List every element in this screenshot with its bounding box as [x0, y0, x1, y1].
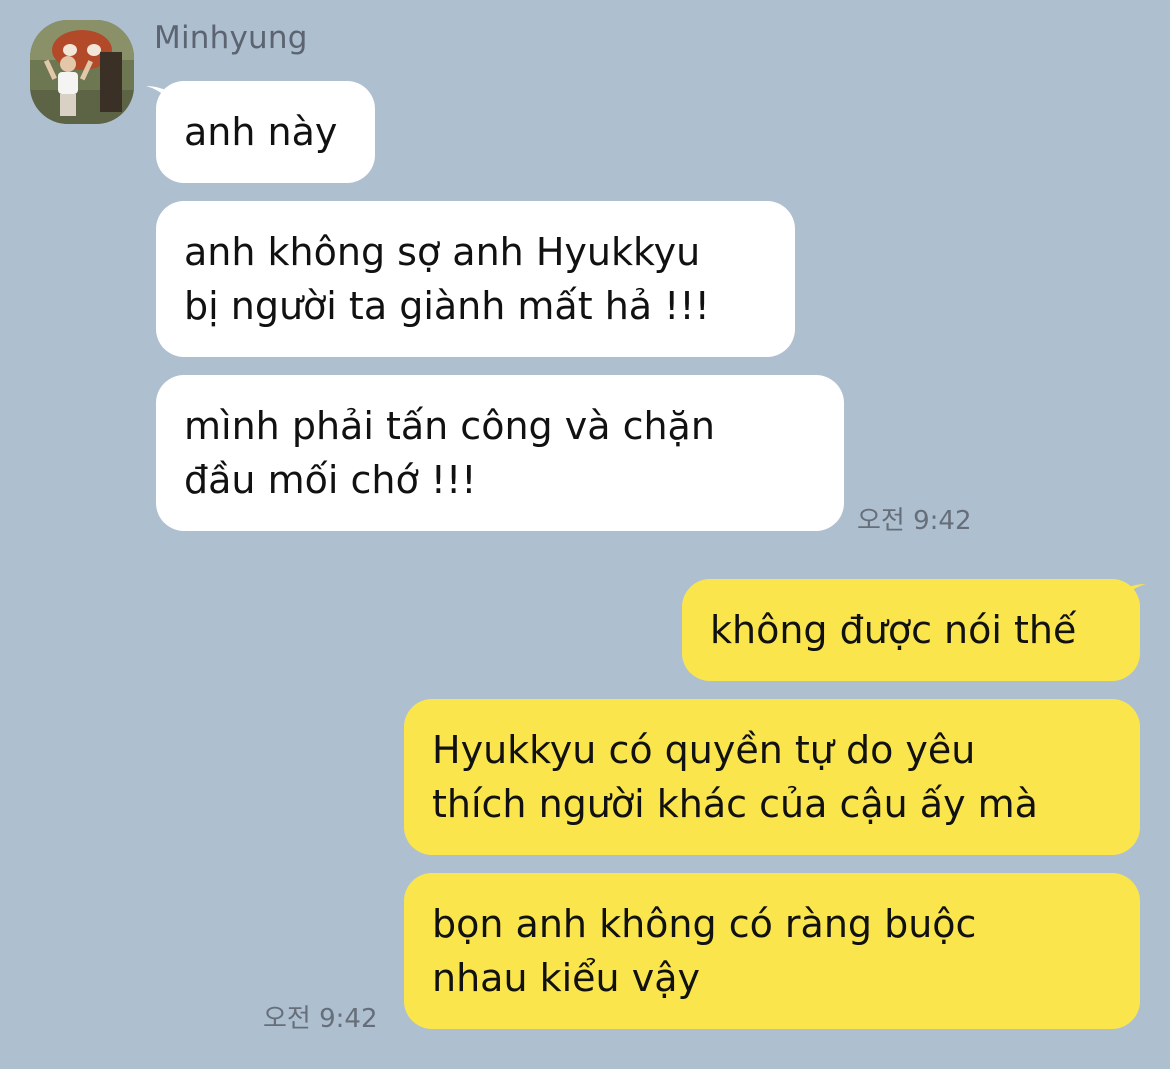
received-message[interactable]: anh không sợ anh Hyukkyu bị người ta già…	[156, 201, 795, 357]
sent-timestamp: 오전 9:42	[263, 1004, 378, 1034]
sender-name: Minhyung	[154, 20, 308, 56]
received-timestamp: 오전 9:42	[857, 506, 972, 536]
message-text: thích người khác của cậu ấy mà	[432, 782, 1038, 826]
sent-message[interactable]: không được nói thế	[682, 579, 1140, 681]
message-text: nhau kiểu vậy	[432, 956, 700, 1000]
message-text: anh không sợ anh Hyukkyu	[184, 230, 701, 274]
sent-message[interactable]: Hyukkyu có quyền tự do yêu thích người k…	[404, 699, 1140, 855]
sent-message[interactable]: bọn anh không có ràng buộc nhau kiểu vậy	[404, 873, 1140, 1029]
message-text: bọn anh không có ràng buộc	[432, 902, 977, 946]
avatar-photo	[30, 20, 134, 124]
sender-avatar[interactable]	[30, 20, 134, 124]
message-text: đầu mối chớ !!!	[184, 458, 477, 502]
message-text: không được nói thế	[710, 608, 1077, 652]
received-message[interactable]: anh này	[156, 81, 375, 183]
message-text: mình phải tấn công và chặn	[184, 404, 715, 448]
message-text: Hyukkyu có quyền tự do yêu	[432, 728, 976, 772]
message-text: bị người ta giành mất hả !!!	[184, 284, 710, 328]
received-message[interactable]: mình phải tấn công và chặn đầu mối chớ !…	[156, 375, 844, 531]
message-text: anh này	[184, 110, 338, 154]
